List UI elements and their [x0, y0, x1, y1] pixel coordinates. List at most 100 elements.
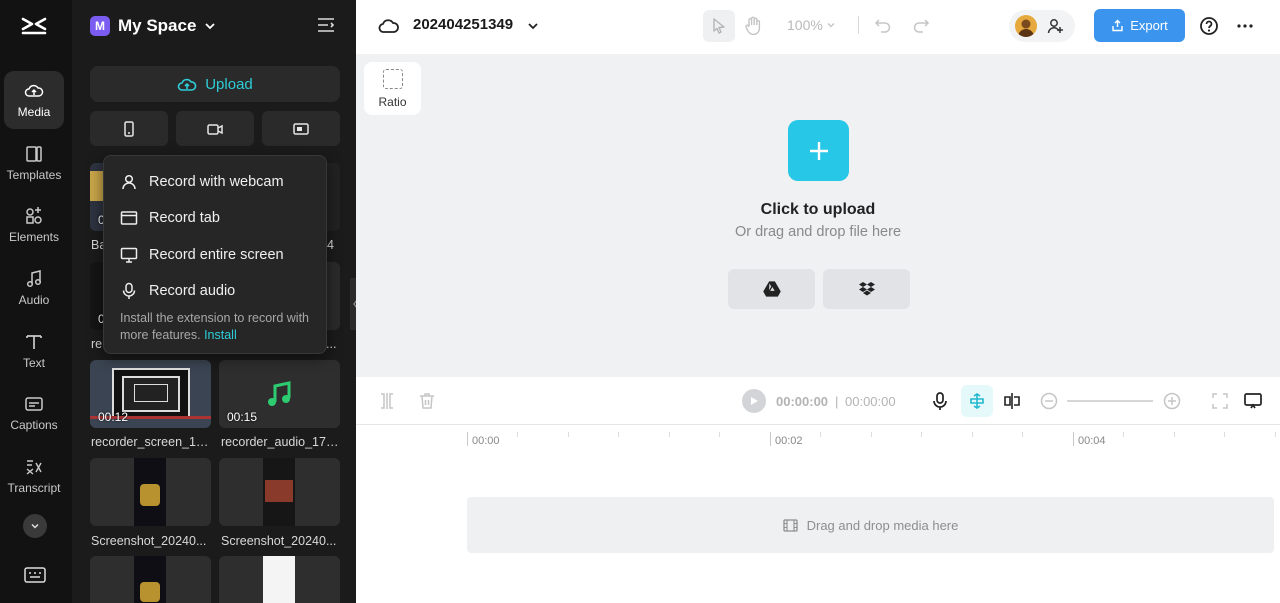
transcript-icon: [26, 460, 42, 475]
rail-item-media[interactable]: Media: [4, 71, 64, 129]
media-name: Screenshot_20240...: [221, 534, 337, 548]
export-icon: [1112, 19, 1123, 32]
total-time: 00:00:00: [845, 394, 896, 409]
music-note-icon: [268, 381, 291, 406]
microphone-icon: [122, 282, 136, 299]
magnet-snap-icon: [970, 393, 984, 409]
ruler-tick: [719, 432, 720, 437]
ruler-label: 00:04: [1078, 435, 1106, 447]
record-webcam-option[interactable]: Record with webcam: [120, 168, 284, 196]
fullscreen-icon[interactable]: [1210, 391, 1230, 411]
preview-monitor-icon[interactable]: [1243, 391, 1263, 411]
timeline-ruler[interactable]: 00:00 00:02 00:04: [356, 426, 1280, 450]
rail-item-audio[interactable]: Audio: [4, 259, 64, 317]
keyboard-icon[interactable]: [24, 566, 46, 584]
rail-item-label: Transcript: [7, 481, 61, 495]
record-tab-option[interactable]: Record tab: [120, 204, 220, 232]
track-hint: Drag and drop media here: [806, 517, 959, 533]
rail-item-label: Audio: [18, 293, 50, 307]
ruler-tick: [669, 432, 670, 437]
left-rail: Media Templates Elements Audio Text Capt…: [0, 0, 72, 603]
add-user-icon[interactable]: [1047, 17, 1065, 35]
rail-item-elements[interactable]: Elements: [4, 196, 64, 254]
timeline-toolbar: 00:00:00 | 00:00:00: [356, 377, 1280, 425]
rail-item-templates[interactable]: Templates: [4, 134, 64, 192]
trash-icon[interactable]: [417, 391, 437, 411]
rail-item-label: Templates: [6, 168, 62, 182]
microphone-icon[interactable]: [930, 391, 950, 411]
upload-button[interactable]: Upload: [90, 66, 340, 102]
install-link[interactable]: Install: [204, 328, 237, 342]
rail-item-label: Captions: [10, 418, 58, 432]
current-time: 00:00:00: [776, 394, 829, 409]
pointer-tool-button[interactable]: [703, 10, 735, 42]
snap-toggle[interactable]: [961, 385, 993, 417]
plus-icon: [809, 141, 828, 160]
media-thumbnail[interactable]: [219, 458, 340, 526]
monitor-icon: [120, 247, 138, 263]
media-name: recorder_audio_171...: [221, 435, 342, 449]
zoom-in-icon[interactable]: [1162, 391, 1182, 411]
record-audio-option[interactable]: Record audio: [120, 277, 235, 305]
google-drive-button[interactable]: [728, 269, 815, 309]
space-switcher[interactable]: M My Space: [90, 14, 216, 38]
timeline-track-dropzone[interactable]: Drag and drop media here: [467, 497, 1274, 553]
zoom-out-icon[interactable]: [1039, 391, 1059, 411]
record-video-button[interactable]: [176, 111, 254, 146]
rail-item-text[interactable]: Text: [4, 322, 64, 380]
google-drive-icon: [762, 281, 781, 297]
ruler-tick: [871, 432, 872, 437]
record-phone-button[interactable]: [90, 111, 168, 146]
ratio-button[interactable]: Ratio: [364, 62, 421, 115]
add-media-button[interactable]: [788, 120, 849, 181]
hand-tool-icon[interactable]: [742, 14, 766, 38]
chevron-down-icon[interactable]: [526, 19, 540, 33]
ruler-label: 00:00: [472, 435, 500, 447]
ruler-tick: [820, 432, 821, 437]
dropbox-button[interactable]: [823, 269, 910, 309]
media-thumbnail[interactable]: [90, 556, 211, 603]
rail-item-captions[interactable]: Captions: [4, 384, 64, 442]
phone-icon: [124, 120, 134, 137]
timeline-zoom-slider[interactable]: [1067, 400, 1153, 402]
record-screen-button[interactable]: [262, 111, 340, 146]
browser-tab-icon: [120, 211, 138, 225]
elements-icon: [26, 207, 42, 224]
zoom-level[interactable]: 100%: [787, 17, 823, 33]
split-clip-icon[interactable]: [1002, 391, 1022, 411]
media-thumbnail[interactable]: [219, 556, 340, 603]
media-thumbnail[interactable]: 00:12: [90, 360, 211, 428]
undo-icon[interactable]: [874, 16, 892, 34]
ruler-tick: [1224, 432, 1225, 437]
ruler-tick: [618, 432, 619, 437]
rail-more-button[interactable]: [23, 514, 47, 538]
ruler-tick: [921, 432, 922, 437]
play-button[interactable]: [742, 389, 766, 413]
export-button[interactable]: Export: [1094, 9, 1185, 42]
ruler-tick: [517, 432, 518, 437]
more-options-icon[interactable]: [1236, 16, 1254, 36]
project-title[interactable]: 202404251349: [413, 16, 513, 33]
record-option-label: Record audio: [149, 283, 236, 299]
split-icon[interactable]: [377, 391, 397, 411]
avatar[interactable]: [1015, 15, 1037, 37]
rail-item-transcript[interactable]: Transcript: [4, 447, 64, 505]
cloud-icon: [378, 19, 399, 33]
ruler-tick: [1073, 432, 1074, 446]
chevron-down-icon[interactable]: [826, 20, 836, 30]
record-screen-option[interactable]: Record entire screen: [120, 241, 284, 269]
upload-label: Upload: [205, 75, 253, 93]
redo-icon[interactable]: [912, 16, 930, 34]
media-thumbnail[interactable]: 00:15: [219, 360, 340, 428]
capcut-logo[interactable]: [20, 12, 48, 40]
media-thumbnail[interactable]: [90, 458, 211, 526]
upload-title[interactable]: Click to upload: [718, 201, 918, 219]
chevron-down-icon: [31, 523, 39, 529]
rail-item-label: Text: [22, 356, 45, 370]
ruler-tick: [972, 432, 973, 437]
ratio-icon: [382, 68, 403, 89]
help-icon[interactable]: [1199, 16, 1219, 36]
media-name: Screenshot_20240...: [91, 534, 207, 548]
panel-collapse-icon[interactable]: [316, 16, 336, 34]
person-icon: [122, 174, 136, 190]
